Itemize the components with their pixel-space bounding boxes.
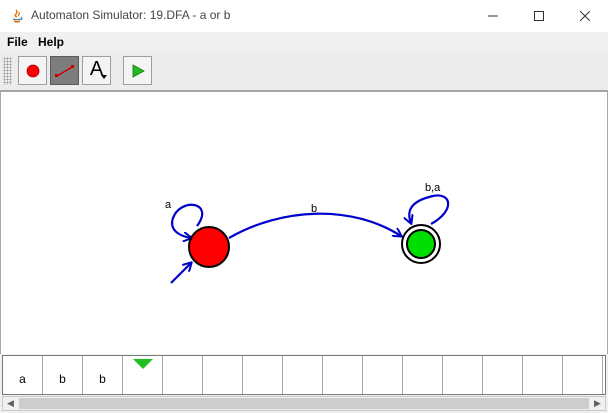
accept-state[interactable] — [406, 229, 436, 259]
edge-label-b: b — [311, 203, 317, 215]
java-app-icon — [12, 9, 23, 23]
tape-cell[interactable]: b — [43, 356, 83, 394]
automaton-diagram[interactable]: a b b,a — [1, 92, 607, 354]
input-tape[interactable]: a b b — [2, 355, 606, 395]
tape-cell[interactable] — [323, 356, 363, 394]
automaton-canvas[interactable]: a b b,a — [0, 91, 608, 355]
tape-cell[interactable]: b — [83, 356, 123, 394]
tape-cell[interactable]: a — [3, 356, 43, 394]
green-play-icon — [132, 63, 145, 78]
start-state[interactable] — [188, 226, 230, 268]
tape-cell[interactable] — [243, 356, 283, 394]
start-arrow — [170, 263, 191, 284]
text-tool-button[interactable]: A — [82, 56, 111, 85]
tape-head-marker — [133, 359, 153, 369]
close-button[interactable] — [562, 0, 608, 32]
toolbar: A — [0, 52, 608, 91]
tape-cell[interactable] — [563, 356, 603, 394]
arrow-line-icon — [54, 64, 74, 77]
scroll-right-icon[interactable]: ▶ — [590, 397, 605, 410]
minimize-button[interactable] — [470, 0, 516, 32]
minimize-icon — [488, 15, 498, 17]
self-loop-accept-state[interactable] — [409, 194, 450, 224]
window-title: Automaton Simulator: 19.DFA - a or b — [31, 8, 231, 22]
tape-panel: a b b ◀ ▶ — [0, 354, 608, 413]
tape-cell[interactable] — [203, 356, 243, 394]
menu-bar: File Help — [0, 32, 608, 52]
title-bar: Automaton Simulator: 19.DFA - a or b — [0, 0, 608, 33]
maximize-icon — [534, 11, 544, 21]
edge-label-ba: b,a — [425, 182, 441, 194]
close-icon — [580, 11, 590, 21]
dropdown-arrow-icon — [101, 75, 107, 79]
tape-cell[interactable] — [403, 356, 443, 394]
state-tool-button[interactable] — [18, 56, 47, 85]
toolbar-grip[interactable] — [3, 57, 12, 85]
maximize-button[interactable] — [516, 0, 562, 32]
tape-cell[interactable] — [163, 356, 203, 394]
run-button[interactable] — [123, 56, 152, 85]
transition-tool-button[interactable] — [50, 56, 79, 85]
transition-start-to-accept[interactable] — [228, 212, 401, 239]
tape-cell[interactable] — [443, 356, 483, 394]
edge-label-a: a — [165, 199, 172, 211]
horizontal-scrollbar[interactable]: ◀ ▶ — [2, 396, 606, 411]
tape-cell[interactable] — [523, 356, 563, 394]
menu-help[interactable]: Help — [38, 35, 64, 49]
tape-cell[interactable] — [363, 356, 403, 394]
tape-cell[interactable] — [483, 356, 523, 394]
scroll-thumb[interactable] — [19, 398, 589, 409]
red-circle-icon — [26, 64, 39, 77]
tape-cell[interactable] — [283, 356, 323, 394]
scroll-left-icon[interactable]: ◀ — [3, 397, 18, 410]
menu-file[interactable]: File — [7, 35, 28, 49]
